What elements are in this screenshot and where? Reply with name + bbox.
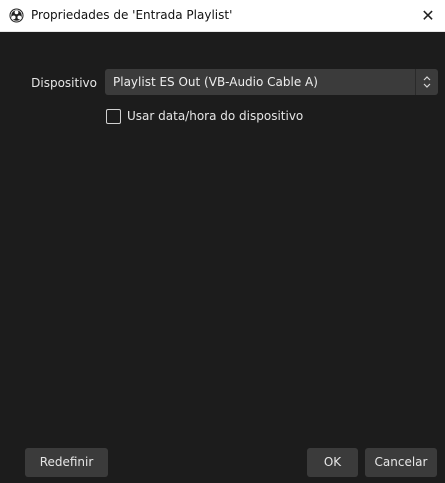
device-select[interactable]: Playlist ES Out (VB-Audio Cable A) (105, 69, 438, 95)
close-button[interactable]: ✕ (411, 0, 445, 31)
use-device-timestamp-checkbox[interactable] (106, 109, 121, 124)
window-title: Propriedades de 'Entrada Playlist' (31, 8, 233, 22)
up-down-chevron-icon (423, 76, 431, 88)
cancel-button[interactable]: Cancelar (365, 448, 437, 477)
use-device-timestamp-label: Usar data/hora do dispositivo (127, 109, 304, 123)
device-label: Dispositivo (31, 76, 97, 90)
device-select-value: Playlist ES Out (VB-Audio Cable A) (113, 75, 318, 89)
ok-button[interactable]: OK (307, 448, 358, 477)
close-icon: ✕ (421, 6, 435, 25)
obs-logo-icon (9, 8, 24, 23)
select-arrows (415, 69, 438, 95)
properties-dialog: Propriedades de 'Entrada Playlist' ✕ Dis… (0, 0, 445, 483)
reset-button[interactable]: Redefinir (25, 448, 108, 477)
title-bar: Propriedades de 'Entrada Playlist' ✕ (0, 0, 445, 32)
